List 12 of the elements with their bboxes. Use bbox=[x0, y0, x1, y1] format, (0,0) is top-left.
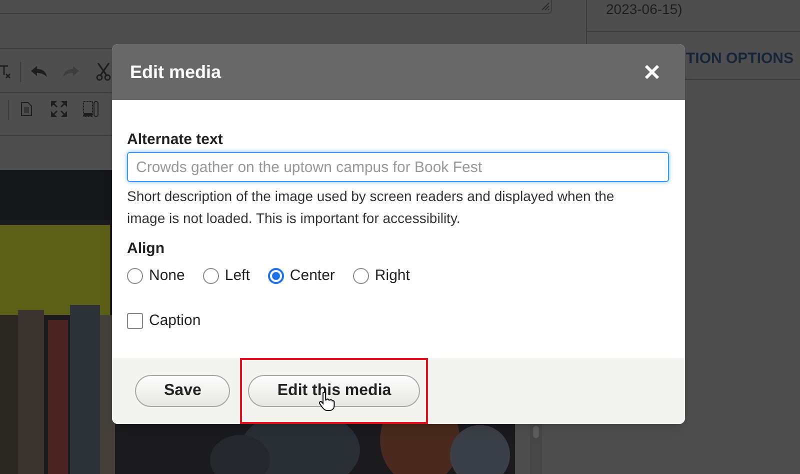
dialog-title: Edit media bbox=[130, 60, 222, 84]
alt-text-input[interactable]: Crowds gather on the uptown campus for Book Fest bbox=[127, 152, 669, 182]
field-description: Short description of the image used by screen readers and displayed when the image is not loaded. This is important for accessibility. bbox=[127, 187, 616, 228]
radio-label[interactable]: Left bbox=[224, 265, 250, 288]
radio-label[interactable]: Center bbox=[290, 265, 335, 288]
checkbox-label[interactable]: Caption bbox=[149, 310, 201, 332]
field-label: Align bbox=[127, 239, 166, 259]
field-label: Alternate text bbox=[127, 130, 224, 150]
edit-media-button[interactable]: Edit this media bbox=[248, 375, 420, 407]
radio-label[interactable]: None bbox=[149, 265, 185, 288]
save-button[interactable]: Save bbox=[135, 375, 230, 407]
radio-label[interactable]: Right bbox=[374, 265, 410, 288]
